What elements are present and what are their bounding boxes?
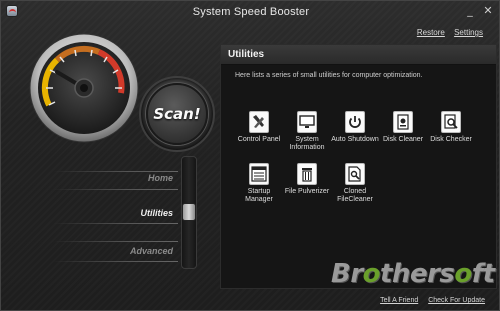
nav-slider-handle[interactable] <box>182 203 196 221</box>
tool-auto-shutdown[interactable]: Auto Shutdown <box>331 111 379 144</box>
footer-links: Tell A Friend Check For Update <box>372 297 485 304</box>
minimize-button[interactable]: _ <box>463 4 477 17</box>
restore-link[interactable]: Restore <box>417 28 445 37</box>
nav-utilities[interactable]: Utilities <box>140 208 173 218</box>
nav-advanced[interactable]: Advanced <box>130 246 173 256</box>
nav-home[interactable]: Home <box>148 173 173 183</box>
nav-divider <box>53 189 178 190</box>
tell-a-friend-link[interactable]: Tell A Friend <box>380 297 418 304</box>
tool-control-panel[interactable]: Control Panel <box>235 111 283 144</box>
tools-icon <box>249 111 269 133</box>
nav-divider <box>53 261 178 262</box>
power-icon <box>345 111 365 133</box>
nav-divider <box>53 223 178 224</box>
tool-cloned-filecleaner[interactable]: Cloned FileCleaner <box>331 163 379 204</box>
settings-link[interactable]: Settings <box>454 28 483 37</box>
app-window: System Speed Booster _ ✕ Restore Setting… <box>0 0 500 311</box>
scan-button[interactable]: Scan! <box>146 83 208 145</box>
tool-label: Auto Shutdown <box>331 136 379 143</box>
tool-label: Disk Checker <box>430 136 472 143</box>
tool-label: Disk Cleaner <box>382 136 424 143</box>
tool-file-pulverizer[interactable]: File Pulverizer <box>283 163 331 196</box>
check-for-update-link[interactable]: Check For Update <box>428 297 485 304</box>
title-bar[interactable]: System Speed Booster _ ✕ <box>1 1 499 23</box>
tool-system-information[interactable]: System Information <box>283 111 331 152</box>
list-window-icon <box>249 163 269 185</box>
tool-label: File Pulverizer <box>284 188 330 195</box>
tool-label: Cloned FileCleaner <box>337 188 373 203</box>
nav-divider <box>53 171 178 172</box>
tool-label: Control Panel <box>237 136 281 143</box>
tool-label: Startup Manager <box>245 188 273 203</box>
window-title: System Speed Booster <box>192 6 310 18</box>
trash-icon <box>297 163 317 185</box>
top-links: Restore Settings <box>410 28 483 37</box>
panel-description: Here lists a series of small utilities f… <box>235 72 423 79</box>
brothersoft-watermark: Brothersoft <box>331 259 495 289</box>
tool-label: System Information <box>289 136 325 151</box>
tool-disk-cleaner[interactable]: Disk Cleaner <box>379 111 427 144</box>
close-button[interactable]: ✕ <box>481 4 495 17</box>
tool-startup-manager[interactable]: Startup Manager <box>235 163 283 204</box>
panel-header: Utilities <box>221 45 496 65</box>
monitor-icon <box>297 111 317 133</box>
tool-disk-checker[interactable]: Disk Checker <box>427 111 475 144</box>
file-search-icon <box>345 163 365 185</box>
panel-title: Utilities <box>228 49 265 60</box>
nav-divider <box>53 241 178 242</box>
utilities-panel: Utilities Here lists a series of small u… <box>220 44 497 289</box>
speed-gauge <box>29 33 139 143</box>
disk-search-icon <box>441 111 461 133</box>
disk-icon <box>393 111 413 133</box>
